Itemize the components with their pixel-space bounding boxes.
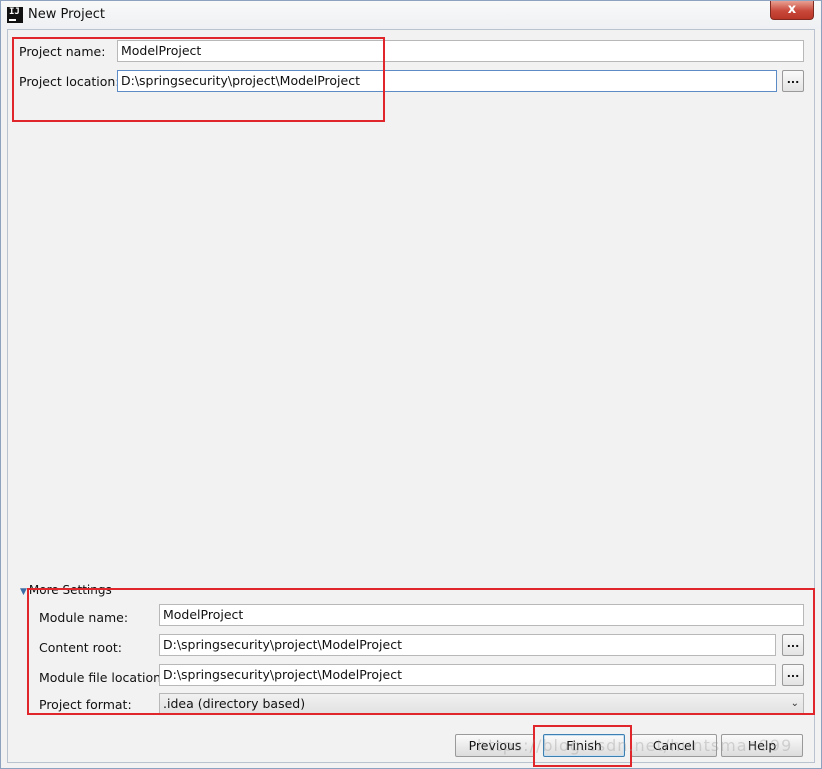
dialog-content: Project name: ModelProject Project locat… (7, 29, 815, 767)
more-settings-toggle[interactable]: ▼ More Settings (20, 583, 112, 597)
watermark-text: https://blog.csdn.net/huntsman999 (477, 736, 793, 755)
intellij-app-icon: IJ (7, 7, 23, 23)
project-format-value: .idea (directory based) (163, 696, 306, 711)
module-file-location-field[interactable]: D:\springsecurity\project\ModelProject (159, 664, 776, 686)
module-file-location-label: Module file location: (39, 670, 166, 685)
project-location-field[interactable]: D:\springsecurity\project\ModelProject (117, 70, 777, 92)
project-format-label: Project format: (39, 697, 132, 712)
title-bar[interactable]: IJ New Project x (1, 1, 821, 29)
module-name-field[interactable]: ModelProject (159, 604, 804, 626)
module-name-label: Module name: (39, 610, 129, 625)
project-format-select[interactable]: .idea (directory based) ⌄ (159, 693, 804, 715)
project-name-label: Project name: (19, 44, 106, 59)
module-file-location-browse-button[interactable]: ... (782, 664, 804, 686)
collapse-triangle-icon: ▼ (20, 587, 27, 597)
content-root-field[interactable]: D:\springsecurity\project\ModelProject (159, 634, 776, 656)
project-location-label: Project location: (19, 74, 120, 89)
project-name-field[interactable]: ModelProject (117, 40, 804, 62)
window-title: New Project (28, 7, 105, 22)
content-root-browse-button[interactable]: ... (782, 634, 804, 656)
new-project-dialog: IJ New Project x Project name: ModelProj… (0, 0, 822, 769)
project-location-browse-button[interactable]: ... (782, 70, 804, 92)
close-button[interactable]: x (770, 1, 814, 20)
chevron-down-icon: ⌄ (790, 698, 799, 709)
more-settings-title: More Settings (28, 583, 112, 597)
content-root-label: Content root: (39, 640, 122, 655)
